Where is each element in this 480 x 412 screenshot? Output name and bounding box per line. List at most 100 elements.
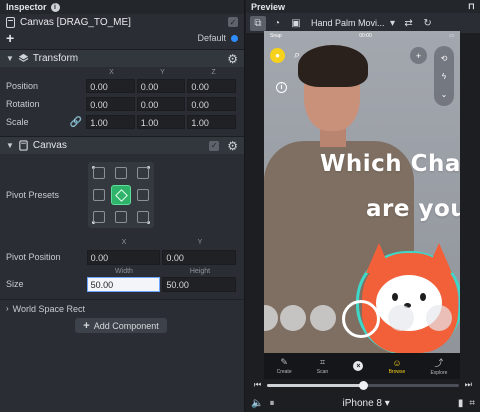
pause-icon[interactable]: ⏸	[269, 398, 274, 409]
rotation-y-field[interactable]: 0.00	[136, 97, 186, 111]
lens-carousel-item[interactable]	[388, 305, 414, 331]
pivot-center-selected[interactable]	[111, 185, 131, 205]
skip-back-icon[interactable]: ⏮	[254, 380, 261, 390]
pivot-top-left[interactable]	[93, 167, 105, 179]
object-name[interactable]: Canvas [DRAG_TO_ME]	[20, 17, 131, 28]
width-label: Width	[115, 268, 133, 275]
scale-y-field[interactable]: 1.00	[136, 115, 186, 129]
pivot-middle-right[interactable]	[137, 189, 149, 201]
layer-color-icon[interactable]	[231, 34, 238, 42]
mute-icon[interactable]: 🔈	[251, 398, 263, 409]
scale-z-field[interactable]: 1.00	[187, 115, 236, 129]
scale-x-field[interactable]: 1.00	[86, 115, 135, 129]
nav-create[interactable]: ✎ Create	[277, 357, 292, 375]
pivot-bottom-right[interactable]	[137, 211, 149, 223]
gear-icon[interactable]: ⚙	[227, 52, 238, 66]
canvas-section-header[interactable]: ▼ Canvas ✓ ⚙	[0, 136, 244, 154]
plus-icon: +	[83, 319, 90, 332]
size-width-field[interactable]: 50.00	[86, 276, 161, 292]
layer-dropdown[interactable]: Default	[197, 33, 226, 43]
pivot-y-field[interactable]: 0.00	[162, 249, 236, 265]
position-label: Position	[6, 81, 39, 91]
capture-button[interactable]	[342, 300, 380, 338]
reset-icon[interactable]: ↻	[420, 16, 436, 31]
fox-eye-right	[420, 293, 426, 301]
lens-selector[interactable]: Hand Palm Movi...	[311, 18, 385, 28]
rotation-x-field[interactable]: 0.00	[86, 97, 135, 111]
close-icon: ×	[353, 361, 364, 371]
nav-browse[interactable]: ☺ Browse	[389, 358, 406, 375]
chevron-right-icon[interactable]: ›	[6, 304, 9, 313]
camera-side-tools: ⟲ ϟ ⌄	[434, 46, 454, 106]
preview-title: Preview	[251, 1, 286, 12]
playback-scrubber: ⏮ ⏭	[246, 378, 480, 392]
inspector-header: Inspector i	[0, 0, 244, 14]
lens-carousel	[264, 300, 460, 338]
camera-toggle-icon[interactable]: ◔	[269, 16, 285, 31]
pivot-x-label: X	[121, 238, 127, 246]
pin-icon[interactable]: ⊓	[468, 1, 475, 12]
person-hair	[298, 45, 368, 87]
gear-icon[interactable]: ⚙	[227, 139, 238, 153]
chevron-down-icon[interactable]: ▾	[388, 16, 398, 31]
nav-scan[interactable]: ⌗ Scan	[317, 357, 328, 375]
size-label: Size	[6, 279, 24, 289]
record-video-icon[interactable]: ▮	[458, 398, 464, 409]
snap-ghost-icon[interactable]: ●	[270, 48, 285, 63]
position-z-field[interactable]: 0.00	[187, 79, 236, 93]
lens-carousel-item[interactable]	[280, 305, 306, 331]
chevron-down-icon[interactable]: ⌄	[441, 90, 448, 99]
crop-icon[interactable]: ⌗	[469, 398, 475, 409]
info-icon[interactable]: i	[50, 2, 60, 12]
object-enabled-checkbox[interactable]: ✓	[228, 17, 238, 27]
preview-header: Preview ⊓	[246, 0, 480, 13]
pivot-x-field[interactable]: 0.00	[86, 249, 161, 265]
phone-preview[interactable]: Snap 00:00 ▭ ● ⌕ + ⟲ ϟ ⌄ i Which Cha are…	[264, 31, 460, 379]
nav-close[interactable]: ×	[353, 361, 364, 371]
scrub-track[interactable]	[267, 380, 459, 390]
world-space-rect-row[interactable]: › World Space Rect	[0, 299, 244, 317]
preview-mode-icon[interactable]: ⧉	[250, 15, 266, 31]
swap-camera-icon[interactable]: ⇄	[401, 16, 417, 31]
pivot-middle-left[interactable]	[93, 189, 105, 201]
flip-camera-icon[interactable]: ⟲	[441, 54, 448, 63]
chevron-down-icon[interactable]: ▼	[6, 54, 14, 63]
pivot-preset-grid	[88, 162, 154, 228]
flash-icon[interactable]: ϟ	[442, 72, 446, 81]
lens-carousel-item[interactable]	[310, 305, 336, 331]
transform-section-header[interactable]: ▼ Transform ⚙	[0, 49, 244, 67]
position-y-field[interactable]: 0.00	[136, 79, 186, 93]
nav-explore[interactable]: ⤴ Explore	[430, 356, 447, 376]
add-plus-button[interactable]: +	[6, 31, 14, 45]
scrub-thumb[interactable]	[359, 380, 368, 390]
media-icon[interactable]: ▣	[288, 16, 304, 31]
add-friend-icon[interactable]: +	[410, 47, 427, 64]
pivot-axis-labels: X Y	[0, 236, 244, 248]
pivot-bottom-center[interactable]	[115, 211, 127, 223]
chevron-down-icon[interactable]: ▼	[6, 141, 14, 150]
lens-carousel-item[interactable]	[426, 305, 452, 331]
fox-character	[354, 241, 460, 356]
object-options-row: + Default	[0, 30, 244, 46]
pivot-position-row: Pivot Position 0.00 0.00	[0, 248, 244, 266]
add-component-button[interactable]: + Add Component	[75, 318, 167, 333]
lens-carousel-item[interactable]	[264, 305, 278, 331]
lens-info-icon[interactable]: i	[276, 82, 287, 93]
canvas-enabled-checkbox[interactable]: ✓	[209, 140, 220, 151]
link-icon[interactable]: 🔗	[65, 117, 86, 128]
pivot-y-label: Y	[197, 238, 203, 246]
rotation-z-field[interactable]: 0.00	[187, 97, 236, 111]
explore-icon: ⤴	[434, 358, 444, 368]
pivot-top-right[interactable]	[137, 167, 149, 179]
skip-forward-icon[interactable]: ⏭	[465, 380, 472, 390]
device-selector[interactable]: iPhone 8 ▾	[343, 398, 390, 409]
scrub-progress	[267, 383, 363, 387]
pivot-bottom-left[interactable]	[93, 211, 105, 223]
preview-panel: Preview ⊓ ⧉ ◔ ▣ Hand Palm Movi... ▾ ⇄ ↻ …	[246, 0, 480, 412]
pivot-top-center[interactable]	[115, 167, 127, 179]
position-x-field[interactable]: 0.00	[86, 79, 135, 93]
search-icon[interactable]: ⌕	[294, 49, 300, 62]
size-height-field[interactable]: 50.00	[162, 276, 236, 292]
nav-create-label: Create	[276, 369, 292, 375]
scale-label: Scale	[6, 117, 29, 127]
